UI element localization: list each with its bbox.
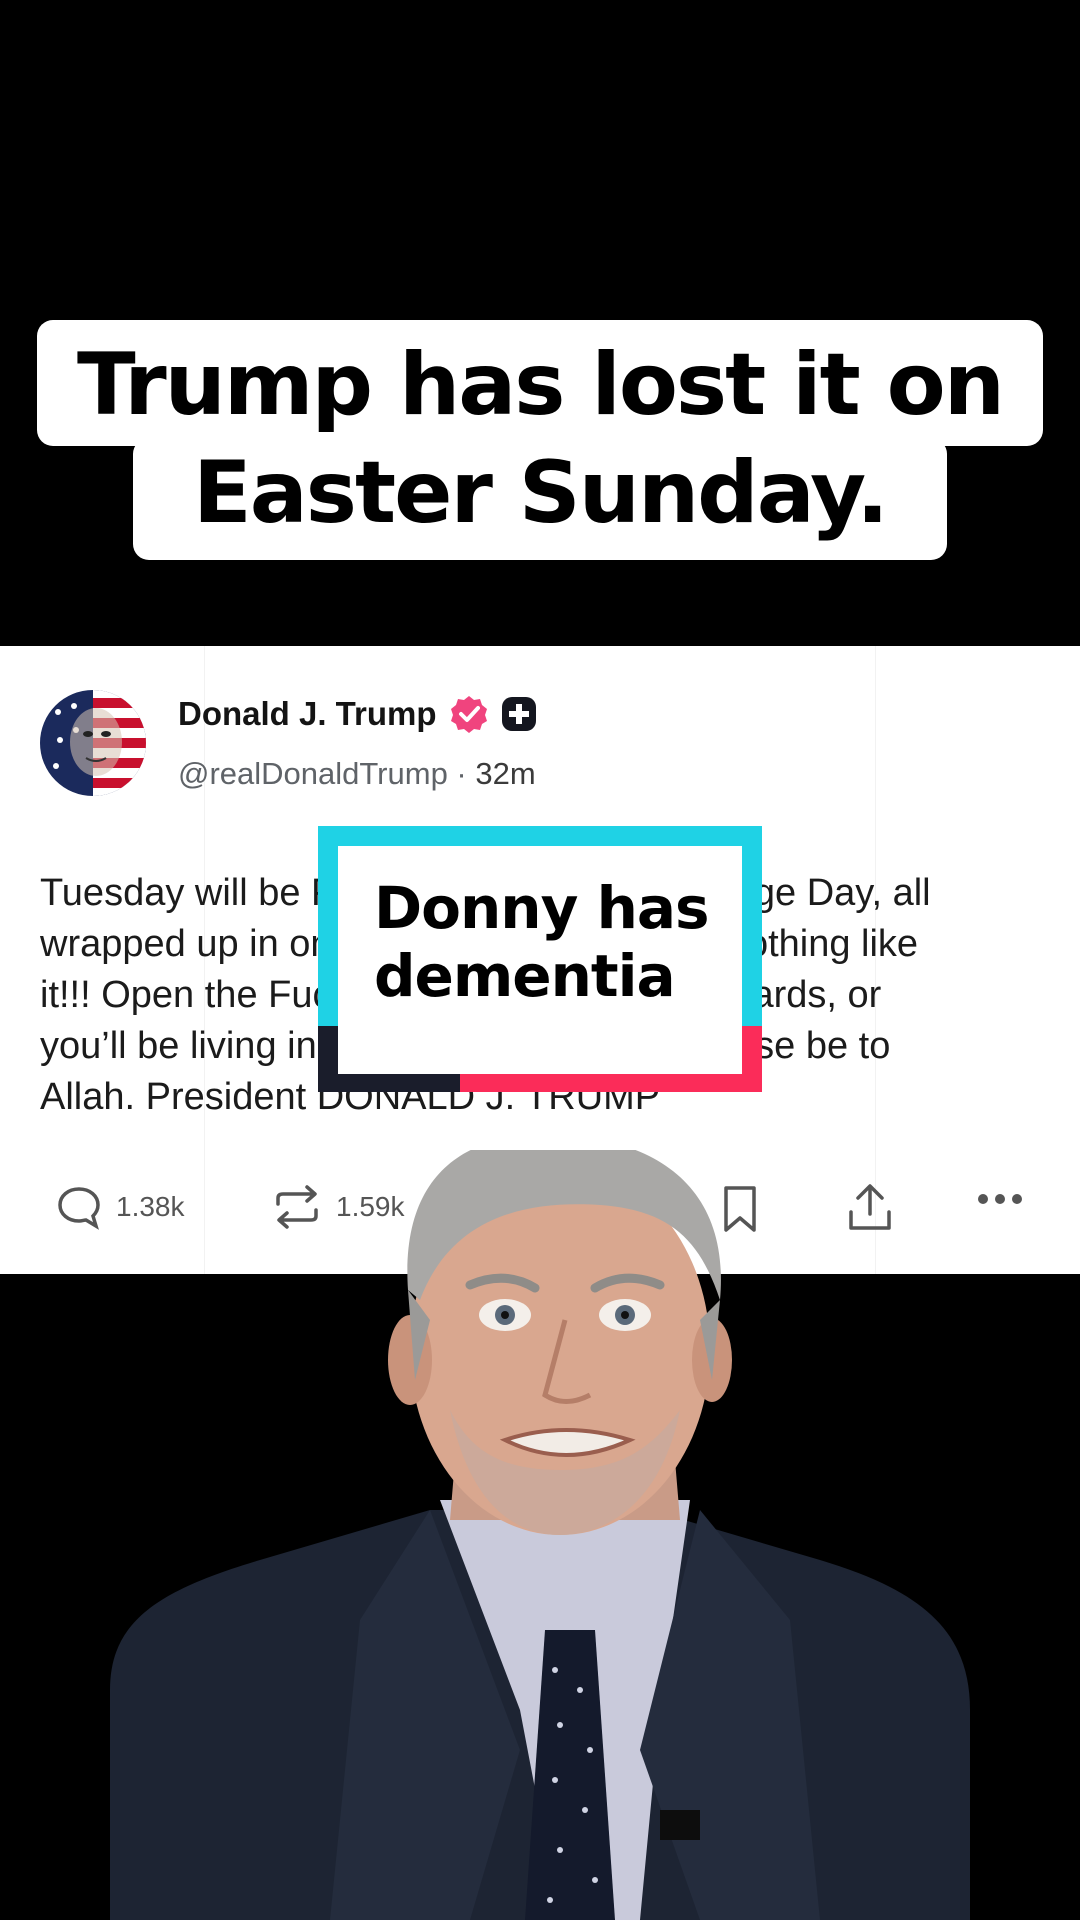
caption: Trump has lost it on Easter Sunday. [0,320,1080,560]
sticker-card: Donny has dementia [338,846,742,1074]
person-cutout [110,1150,970,1920]
verified-badge-icon [450,696,487,733]
author-handle[interactable]: @realDonaldTrump [178,756,448,791]
sticker-line-2: dementia [374,942,676,1010]
plus-badge-icon [501,697,536,731]
sticker-overlay: Donny has dementia [318,826,762,1092]
caption-line-2: Easter Sunday. [133,438,947,560]
handle-row: @realDonaldTrump · 32m [178,756,536,792]
author-row: Donald J. Trump [178,694,537,734]
separator: · [447,756,476,791]
caption-line-1: Trump has lost it on [37,320,1043,446]
avatar[interactable] [40,690,146,796]
author-name[interactable]: Donald J. Trump [178,695,437,733]
post-time[interactable]: 32m [475,756,535,791]
sticker-line-1: Donny has [374,874,710,942]
